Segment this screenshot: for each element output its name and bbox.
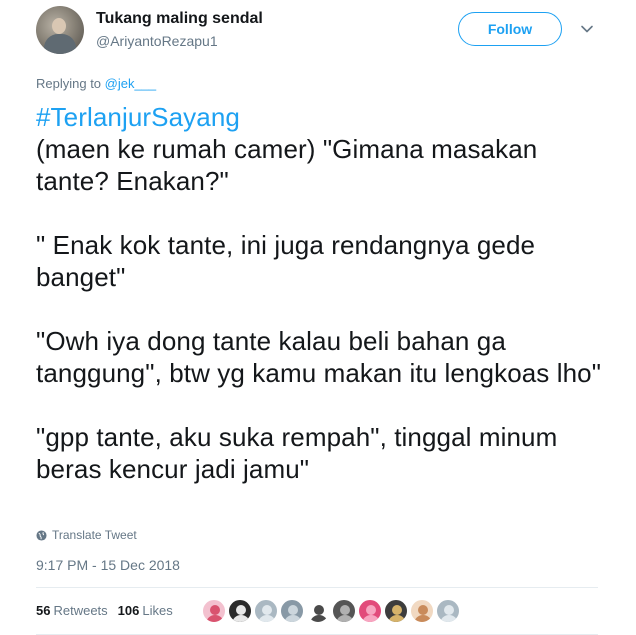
- liker-avatar-body-shape: [388, 615, 406, 622]
- liker-avatar-body-shape: [362, 615, 380, 622]
- liker-avatar-body-shape: [206, 615, 224, 622]
- liker-avatar-body-shape: [336, 615, 354, 622]
- liker-avatars: [202, 599, 462, 623]
- liker-avatar-head-shape: [236, 605, 246, 615]
- translate-tweet-link[interactable]: Translate Tweet: [36, 528, 137, 542]
- tweet-body: (maen ke rumah camer) "Gimana masakan ta…: [36, 134, 602, 484]
- tweet-text: #TerlanjurSayang (maen ke rumah camer) "…: [36, 101, 606, 485]
- liker-avatar[interactable]: [410, 599, 434, 623]
- likes-label: Likes: [142, 603, 173, 618]
- liker-avatar[interactable]: [202, 599, 226, 623]
- retweets-count: 56: [36, 603, 51, 618]
- liker-avatar[interactable]: [228, 599, 252, 623]
- liker-avatar-head-shape: [418, 605, 428, 615]
- tweet-timestamp[interactable]: 9:17 PM - 15 Dec 2018: [36, 557, 180, 573]
- liker-avatar-head-shape: [314, 605, 324, 615]
- globe-icon: [36, 529, 47, 541]
- liker-avatar[interactable]: [306, 599, 330, 623]
- chevron-down-icon[interactable]: [580, 22, 594, 36]
- hashtag-link[interactable]: #TerlanjurSayang: [36, 102, 240, 132]
- liker-avatar-body-shape: [258, 615, 276, 622]
- liker-avatar-head-shape: [340, 605, 350, 615]
- liker-avatar[interactable]: [358, 599, 382, 623]
- replying-to-line: Replying to @jek___: [36, 76, 156, 91]
- author-avatar[interactable]: [36, 6, 84, 54]
- translate-label[interactable]: Translate Tweet: [52, 528, 137, 542]
- retweets-label: Retweets: [53, 603, 108, 618]
- liker-avatar-body-shape: [414, 615, 432, 622]
- liker-avatar-head-shape: [366, 605, 376, 615]
- liker-avatar-body-shape: [232, 615, 250, 622]
- divider-top: [36, 587, 598, 588]
- author-handle[interactable]: @AriyantoRezapu1: [96, 33, 218, 49]
- retweets-stat[interactable]: 56 Retweets: [36, 603, 108, 618]
- liker-avatar-head-shape: [392, 605, 402, 615]
- likes-stat[interactable]: 106 Likes: [118, 603, 173, 618]
- liker-avatar-body-shape: [310, 615, 328, 622]
- liker-avatar[interactable]: [332, 599, 356, 623]
- follow-button[interactable]: Follow: [458, 12, 562, 46]
- liker-avatar-head-shape: [210, 605, 220, 615]
- liker-avatar-head-shape: [444, 605, 454, 615]
- liker-avatar[interactable]: [384, 599, 408, 623]
- likes-count: 106: [117, 603, 140, 618]
- replying-prefix: Replying to: [36, 76, 105, 91]
- liker-avatar-head-shape: [262, 605, 272, 615]
- liker-avatar[interactable]: [280, 599, 304, 623]
- avatar-face-shape: [52, 18, 66, 34]
- liker-avatar[interactable]: [436, 599, 460, 623]
- avatar-body-shape: [44, 34, 76, 54]
- author-name[interactable]: Tukang maling sendal: [96, 10, 263, 28]
- liker-avatar-body-shape: [284, 615, 302, 622]
- liker-avatar-head-shape: [288, 605, 298, 615]
- tweet-stats: 56 Retweets 106 Likes: [36, 603, 183, 618]
- liker-avatar[interactable]: [254, 599, 278, 623]
- replying-mention-link[interactable]: @jek___: [105, 76, 157, 91]
- liker-avatar-body-shape: [440, 615, 458, 622]
